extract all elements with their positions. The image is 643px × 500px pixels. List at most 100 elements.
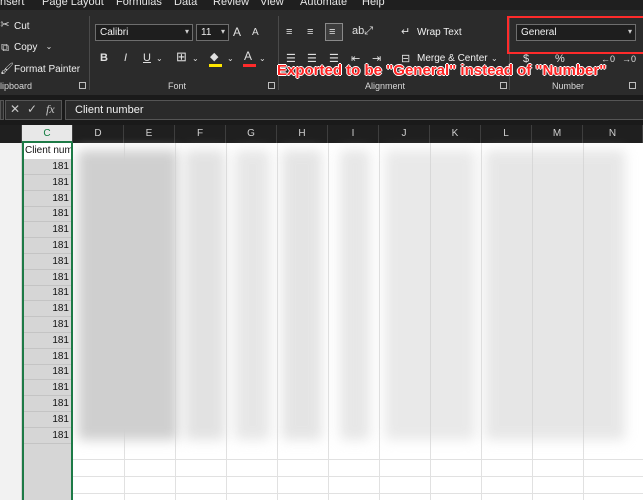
selected-column-c[interactable]: Client number 181 181 181 181 181 181 181 181 18…: [22, 143, 73, 500]
table-row[interactable]: 181: [24, 349, 71, 365]
menu-help[interactable]: Help: [362, 0, 385, 8]
cell-value: 181: [52, 224, 69, 236]
align-bottom-icon: ≡: [329, 26, 336, 38]
column-header-j[interactable]: J: [379, 125, 430, 143]
column-header-c[interactable]: C: [22, 125, 73, 143]
number-launcher-icon[interactable]: [629, 82, 636, 89]
font-size-dropdown[interactable]: 11 ▾: [196, 24, 229, 41]
align-middle-icon[interactable]: ≡: [307, 26, 313, 38]
chevron-down-icon: ▾: [184, 27, 189, 36]
column-header-i[interactable]: I: [328, 125, 379, 143]
column-header-k[interactable]: K: [430, 125, 481, 143]
italic-button[interactable]: I: [124, 52, 127, 64]
column-header-bar: C D E F G H I J K L M N: [0, 125, 643, 143]
fill-color-swatch: [209, 64, 222, 67]
table-row[interactable]: 181: [24, 238, 71, 254]
column-header-m[interactable]: M: [532, 125, 583, 143]
table-row[interactable]: 181: [24, 159, 71, 175]
shrink-font-icon[interactable]: A: [252, 27, 259, 39]
underline-dropdown-icon[interactable]: ⌄: [156, 53, 163, 65]
table-row[interactable]: 181: [24, 428, 71, 444]
decrease-decimal-icon[interactable]: →0: [622, 53, 636, 65]
ribbon-divider: [89, 16, 90, 90]
cell-value: 181: [52, 271, 69, 283]
grid-line: [73, 493, 643, 494]
cell-value: 181: [52, 429, 69, 441]
table-row[interactable]: 181: [24, 301, 71, 318]
redacted-data: [485, 150, 625, 440]
font-name-dropdown[interactable]: Calibri ▾: [95, 24, 193, 41]
menu-insert[interactable]: nsert: [0, 0, 24, 8]
name-box[interactable]: [0, 100, 4, 120]
table-row[interactable]: 181: [24, 396, 71, 412]
table-row[interactable]: 181: [24, 285, 71, 302]
annotation-text: Exported to be "General" instead of "Num…: [277, 62, 607, 79]
cell-value: 181: [52, 192, 69, 204]
table-row[interactable]: 181: [24, 270, 71, 286]
table-row[interactable]: 181: [24, 254, 71, 270]
grid-line: [73, 476, 643, 477]
menu-automate[interactable]: Automate: [300, 0, 347, 8]
menu-review[interactable]: Review: [213, 0, 249, 8]
redacted-data: [185, 150, 225, 440]
clipboard-launcher-icon[interactable]: [79, 82, 86, 89]
column-header-g[interactable]: G: [226, 125, 277, 143]
column-header-l[interactable]: L: [481, 125, 532, 143]
table-row[interactable]: 181: [24, 364, 71, 381]
format-painter-button[interactable]: Format Painter: [14, 64, 80, 75]
number-group-label: Number: [552, 81, 585, 91]
copy-button[interactable]: Copy: [14, 42, 37, 53]
row-header-strip[interactable]: [0, 143, 22, 500]
fill-color-icon[interactable]: ◆: [210, 51, 218, 63]
menu-view[interactable]: View: [260, 0, 284, 8]
clipboard-group-label: lipboard: [0, 81, 33, 91]
table-row[interactable]: 181: [24, 175, 71, 191]
grid-line: [73, 459, 643, 460]
table-row[interactable]: 181: [24, 206, 71, 223]
column-header-h[interactable]: H: [277, 125, 328, 143]
underline-button[interactable]: U: [143, 52, 151, 64]
font-launcher-icon[interactable]: [268, 82, 275, 89]
table-row[interactable]: 181: [24, 412, 71, 428]
column-header-d[interactable]: D: [73, 125, 124, 143]
grid-line: [328, 143, 329, 500]
orientation-icon[interactable]: ab⤢: [352, 25, 373, 37]
grow-font-icon[interactable]: A: [233, 26, 241, 38]
column-header-f[interactable]: F: [175, 125, 226, 143]
excel-window: nsert Page Layout Formulas Data Review V…: [0, 0, 643, 500]
table-row[interactable]: 181: [24, 380, 71, 397]
copy-dropdown-icon[interactable]: ⌄: [44, 41, 54, 53]
cell-c1-header[interactable]: Client number: [24, 143, 71, 159]
menu-bar: nsert Page Layout Formulas Data Review V…: [0, 0, 643, 10]
column-header-n[interactable]: N: [583, 125, 643, 143]
cell-value: 181: [52, 255, 69, 267]
table-row[interactable]: 181: [24, 317, 71, 333]
column-header-e[interactable]: E: [124, 125, 175, 143]
menu-page-layout[interactable]: Page Layout: [42, 0, 104, 8]
menu-formulas[interactable]: Formulas: [116, 0, 162, 8]
formula-input[interactable]: Client number: [65, 100, 643, 120]
menu-data[interactable]: Data: [174, 0, 197, 8]
enter-icon[interactable]: ✓: [27, 102, 37, 116]
select-all-corner[interactable]: [0, 125, 22, 143]
insert-function-icon[interactable]: fx: [46, 102, 55, 117]
table-row[interactable]: 181: [24, 191, 71, 207]
borders-dropdown-icon[interactable]: ⌄: [192, 53, 199, 65]
fill-color-dropdown-icon[interactable]: ⌄: [227, 53, 234, 65]
redacted-data: [78, 150, 178, 440]
font-color-icon[interactable]: A: [244, 50, 252, 62]
table-row[interactable]: 181: [24, 333, 71, 349]
cancel-icon[interactable]: ✕: [10, 102, 20, 116]
table-row[interactable]: 181: [24, 222, 71, 239]
borders-icon[interactable]: ⊞: [176, 50, 187, 63]
cell-value: 181: [52, 334, 69, 346]
cut-button[interactable]: Cut: [14, 21, 30, 32]
alignment-launcher-icon[interactable]: [500, 82, 507, 89]
cell-value: 181: [52, 319, 69, 330]
copy-icon: ⧉: [1, 42, 9, 54]
font-color-dropdown-icon[interactable]: ⌄: [259, 53, 266, 65]
wrap-text-button[interactable]: Wrap Text: [417, 27, 462, 38]
align-top-icon[interactable]: ≡: [286, 26, 292, 38]
bold-button[interactable]: B: [100, 52, 108, 64]
font-color-swatch: [243, 64, 256, 67]
